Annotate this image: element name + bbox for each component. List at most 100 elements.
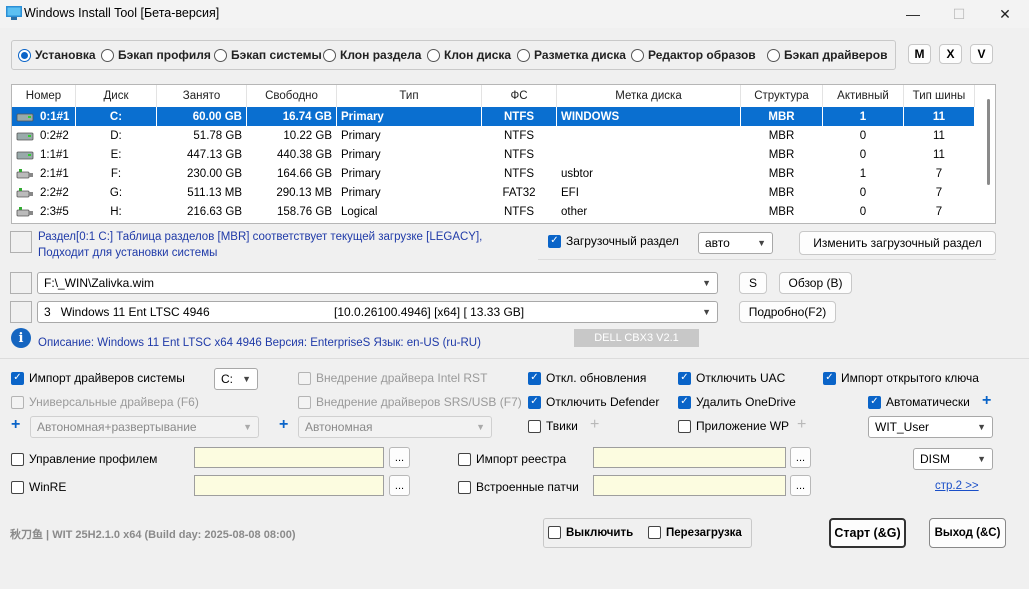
- x-button[interactable]: X: [939, 44, 962, 64]
- column-header[interactable]: Номер: [12, 85, 76, 107]
- boot-partition-checkbox[interactable]: Загрузочный раздел: [548, 234, 679, 248]
- table-row[interactable]: 2:2#2 G: 511.13 MB 290.13 MB Primary FAT32 EFI…: [12, 183, 975, 202]
- mode-radio-system-backup[interactable]: Бэкап системы: [214, 48, 322, 62]
- checkbox-label: Универсальные драйвера (F6): [29, 395, 199, 409]
- next-page-link[interactable]: стр.2 >>: [935, 480, 979, 492]
- checkbox-label: Удалить OneDrive: [696, 395, 796, 409]
- mode-radio-disk-partition[interactable]: Разметка диска: [517, 48, 626, 62]
- profile-management-checkbox[interactable]: Управление профилем: [11, 452, 157, 466]
- partition-status-box: [10, 231, 32, 253]
- winre-path-field[interactable]: [194, 475, 384, 496]
- column-header[interactable]: Метка диска: [557, 85, 741, 107]
- registry-path-field[interactable]: [593, 447, 786, 468]
- s-button[interactable]: S: [739, 272, 767, 294]
- mode-radio-driver-backup[interactable]: Бэкап драйверов: [767, 48, 887, 62]
- table-row[interactable]: 0:1#1 C: 60.00 GB 16.74 GB Primary NTFS WINDOW…: [12, 107, 975, 126]
- mode-radio-profile-backup[interactable]: Бэкап профиля: [101, 48, 211, 62]
- patches-browse-button[interactable]: ...: [790, 475, 811, 496]
- table-row[interactable]: 0:2#2 D: 51.78 GB 10.22 GB Primary NTFS MBR 0 11: [12, 126, 975, 145]
- autonomous-dropdown[interactable]: Автономная ▼: [298, 416, 492, 438]
- add-icon[interactable]: +: [590, 416, 599, 434]
- m-button[interactable]: M: [908, 44, 931, 64]
- table-row[interactable]: 1:1#1 E: 447.13 GB 440.38 GB Primary NTFS MBR 0…: [12, 145, 975, 164]
- column-header[interactable]: Занято: [157, 85, 247, 107]
- table-cell: G:: [109, 186, 123, 199]
- change-boot-partition-button[interactable]: Изменить загрузочный раздел: [799, 231, 996, 255]
- usb-drive-icon: [16, 206, 33, 216]
- deploy-mode-dropdown[interactable]: Автономная+развертывание ▼: [30, 416, 259, 438]
- table-cell: [557, 126, 741, 145]
- user-name-dropdown[interactable]: WIT_User ▼: [868, 416, 993, 438]
- driver-source-dropdown[interactable]: C: ▼: [214, 368, 258, 390]
- reboot-checkbox[interactable]: Перезагрузка: [648, 526, 742, 539]
- mode-radio-image-editor[interactable]: Редактор образов: [631, 48, 756, 62]
- profile-browse-button[interactable]: ...: [389, 447, 410, 468]
- add-icon[interactable]: +: [797, 416, 806, 434]
- column-header[interactable]: Тип шины: [904, 85, 975, 107]
- checkbox-label: Перезагрузка: [666, 526, 742, 539]
- automatic-checkbox[interactable]: Автоматически: [868, 395, 970, 409]
- disable-defender-checkbox[interactable]: Отключить Defender: [528, 395, 659, 409]
- column-header[interactable]: Активный: [823, 85, 904, 107]
- winre-checkbox[interactable]: WinRE: [11, 480, 66, 494]
- image-path-dropdown[interactable]: F:\_WIN\Zalivka.wim ▼: [37, 272, 718, 294]
- partition-number: 0:1#1: [40, 110, 70, 123]
- edition-dropdown[interactable]: 3 Windows 11 Ent LTSC 4946 [10.0.26100.4…: [37, 301, 718, 323]
- maximize-button[interactable]: ☐: [936, 0, 982, 28]
- checkbox-label: Встроенные патчи: [476, 480, 579, 494]
- partition-number: 0:2#2: [40, 129, 69, 142]
- table-cell: 2:2#2: [12, 183, 76, 202]
- checkbox-box: [823, 371, 836, 385]
- mode-radio-disk-clone[interactable]: Клон диска: [427, 48, 511, 62]
- winre-browse-button[interactable]: ...: [389, 475, 410, 496]
- add-icon[interactable]: +: [279, 416, 288, 434]
- profile-path-field[interactable]: [194, 447, 384, 468]
- table-row[interactable]: 2:1#1 F: 230.00 GB 164.66 GB Primary NTFS usbt…: [12, 164, 975, 183]
- close-button[interactable]: ✕: [982, 0, 1028, 28]
- column-header[interactable]: Диск: [76, 85, 157, 107]
- add-icon[interactable]: +: [11, 416, 20, 434]
- radio-dot: [631, 48, 644, 62]
- registry-import-checkbox[interactable]: Импорт реестра: [458, 452, 566, 466]
- app-wp-checkbox[interactable]: Приложение WP: [678, 419, 789, 433]
- start-button[interactable]: Старт (&G): [829, 518, 906, 548]
- edition-status-box: [10, 301, 32, 323]
- disable-updates-checkbox[interactable]: Откл. обновления: [528, 371, 646, 385]
- import-drivers-checkbox[interactable]: Импорт драйверов системы: [11, 371, 185, 385]
- table-cell: 0:1#1: [12, 107, 76, 126]
- shutdown-checkbox[interactable]: Выключить: [548, 526, 633, 539]
- mode-radio-install[interactable]: Установка: [18, 48, 96, 62]
- remove-onedrive-checkbox[interactable]: Удалить OneDrive: [678, 395, 796, 409]
- column-header[interactable]: Структура: [741, 85, 823, 107]
- add-icon[interactable]: +: [982, 392, 991, 410]
- registry-browse-button[interactable]: ...: [790, 447, 811, 468]
- column-header[interactable]: Тип: [337, 85, 482, 107]
- boot-mode-dropdown[interactable]: авто ▼: [698, 232, 773, 254]
- minimize-button[interactable]: —: [890, 0, 936, 28]
- dropdown-value: Автономная: [305, 420, 373, 434]
- v-button[interactable]: V: [970, 44, 993, 64]
- table-row[interactable]: 2:3#5 H: 216.63 GB 158.76 GB Logical NTFS othe…: [12, 202, 975, 221]
- exit-button[interactable]: Выход (&C): [929, 518, 1006, 548]
- details-button[interactable]: Подробно(F2): [739, 301, 836, 323]
- builtin-patches-checkbox[interactable]: Встроенные патчи: [458, 480, 579, 494]
- disable-uac-checkbox[interactable]: Отключить UAC: [678, 371, 785, 385]
- patches-path-field[interactable]: [593, 475, 786, 496]
- column-header[interactable]: ФС: [482, 85, 557, 107]
- srs-usb-checkbox[interactable]: Внедрение драйверов SRS/USB (F7): [298, 395, 522, 409]
- partition-table[interactable]: Номер Диск Занято Свободно Тип ФС Метка …: [11, 84, 996, 224]
- checkbox-label: Отключить UAC: [696, 371, 786, 385]
- table-scrollbar[interactable]: [987, 99, 990, 185]
- checkbox-label: Загрузочный раздел: [566, 234, 679, 248]
- table-cell: 10.22 GB: [283, 129, 332, 142]
- title-bar: Windows Install Tool [Бета-версия] — ☐ ✕: [0, 0, 1029, 28]
- table-header: Номер Диск Занято Свободно Тип ФС Метка …: [12, 85, 975, 107]
- import-key-checkbox[interactable]: Импорт открытого ключа: [823, 371, 979, 385]
- tweaks-checkbox[interactable]: Твики: [528, 419, 578, 433]
- intel-rst-checkbox[interactable]: Внедрение драйвера Intel RST: [298, 371, 487, 385]
- dism-dropdown[interactable]: DISM ▼: [913, 448, 993, 470]
- universal-drivers-checkbox[interactable]: Универсальные драйвера (F6): [11, 395, 199, 409]
- mode-radio-partition-clone[interactable]: Клон раздела: [323, 48, 421, 62]
- browse-button[interactable]: Обзор (B): [779, 272, 852, 294]
- column-header[interactable]: Свободно: [247, 85, 337, 107]
